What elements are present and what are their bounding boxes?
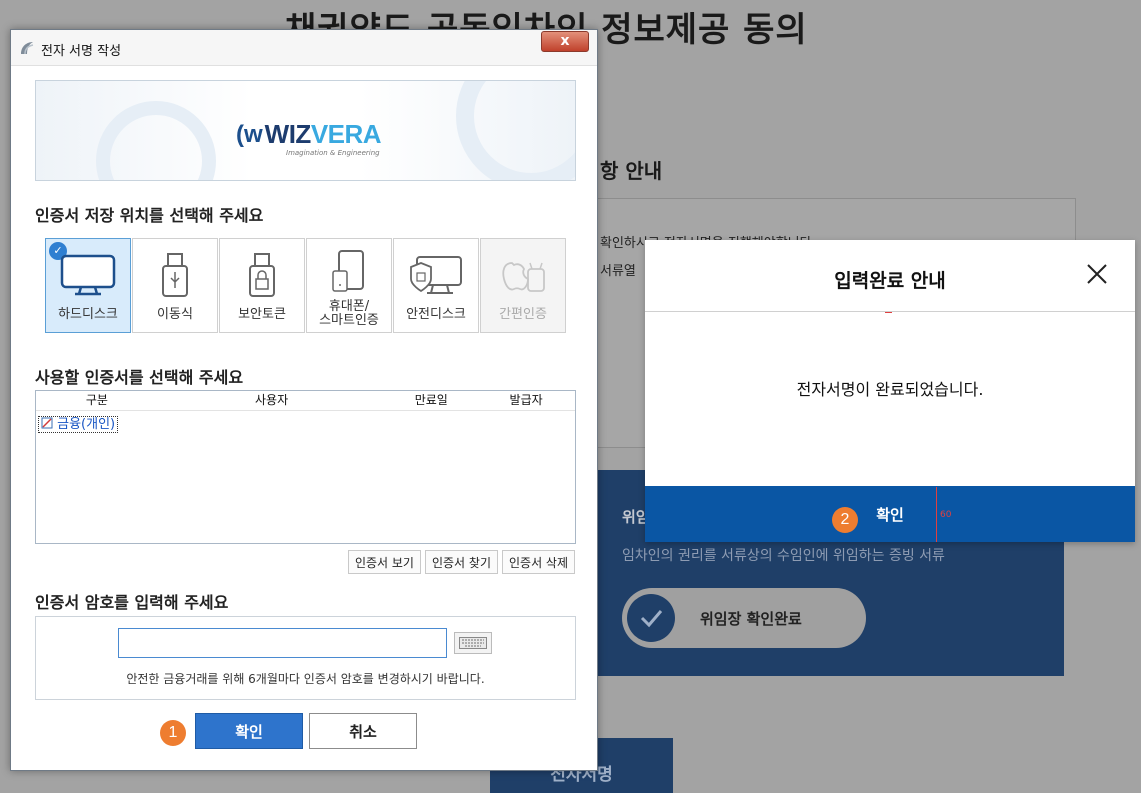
logo-wordmark: WIZVERA — [264, 119, 382, 150]
delegation-description: 임차인의 권리를 서류상의 수임인에 위임하는 증빙 서류 — [622, 548, 945, 564]
monitor-icon — [46, 249, 130, 301]
logo-text-1: WIZ — [264, 119, 312, 149]
password-note: 안전한 금융거래를 위해 6개월마다 인증서 암호를 변경하시기 바랍니다. — [126, 672, 485, 686]
cert-user-cell — [156, 413, 386, 433]
cert-actions: 인증서 보기 인증서 찾기 인증서 삭제 — [347, 550, 575, 574]
storage-option-security-token[interactable]: 보안토큰 — [219, 238, 305, 333]
table-row[interactable]: 금융(개인) — [36, 413, 575, 433]
notice-line-2: 서류열 — [600, 264, 636, 279]
storage-section-title: 인증서 저장 위치를 선택해 주세요 — [35, 206, 264, 225]
guide-value: 60 — [940, 510, 952, 520]
easy-auth-icon — [481, 249, 565, 301]
logo-mark-icon: (ᴡ — [236, 120, 263, 148]
logo-tagline: Imagination & Engineering — [286, 149, 380, 157]
modal-body: 전자서명이 완료되었습니다. — [645, 312, 1135, 486]
storage-option-safe-disk[interactable]: 안전디스크 — [393, 238, 479, 333]
storage-option-label: 이동식 — [157, 307, 193, 322]
cert-expiry-cell — [385, 413, 475, 433]
certificate-icon — [41, 417, 53, 429]
close-icon[interactable] — [1083, 260, 1111, 288]
password-input[interactable] — [118, 628, 447, 658]
delete-cert-button[interactable]: 인증서 삭제 — [501, 550, 575, 574]
modal-title: 입력완료 안내 — [834, 270, 946, 292]
dialog-close-button[interactable]: x — [541, 31, 589, 52]
column-header[interactable]: 발급자 — [475, 391, 575, 410]
banner-decoration — [456, 81, 575, 180]
step-marker-1: 1 — [160, 720, 186, 746]
vendor-banner: (ᴡ WIZVERA Imagination & Engineering — [35, 80, 576, 181]
cert-type-cell: 금융(개인) — [36, 413, 156, 433]
usb-icon — [133, 249, 217, 301]
check-icon — [627, 594, 675, 642]
section-title: 항 안내 — [600, 159, 663, 183]
cert-type-box: 금융(개인) — [38, 416, 119, 433]
cert-issuer-cell — [475, 413, 575, 433]
logo-text-2: VERA — [310, 119, 382, 149]
column-header[interactable]: 구분 — [36, 391, 156, 410]
storage-option-mobile[interactable]: 휴대폰/스마트인증 — [306, 238, 392, 333]
banner-decoration — [96, 101, 216, 180]
cancel-button[interactable]: 취소 — [309, 713, 417, 749]
storage-option-removable[interactable]: 이동식 — [132, 238, 218, 333]
storage-option-label: 간편인증 — [499, 307, 547, 322]
lock-token-icon — [220, 249, 304, 301]
guide-line — [936, 487, 937, 542]
storage-option-label: 보안토큰 — [238, 307, 286, 322]
modal-confirm-button[interactable]: 확인 — [876, 504, 904, 525]
column-header[interactable]: 만료일 — [385, 391, 475, 410]
password-section-title: 인증서 암호를 입력해 주세요 — [35, 593, 229, 612]
safe-disk-icon — [394, 249, 478, 301]
cert-type-label: 금융(개인) — [57, 417, 116, 432]
dialog-title: 전자 서명 작성 — [41, 44, 122, 59]
storage-option-harddisk[interactable]: ✓ 하드디스크 — [45, 238, 131, 333]
modal-header: 입력완료 안내 — [645, 240, 1135, 312]
smartphone-icon — [307, 245, 391, 297]
password-panel: 안전한 금융거래를 위해 6개월마다 인증서 암호를 변경하시기 바랍니다. — [35, 616, 576, 700]
completion-modal: 입력완료 안내 전자서명이 완료되었습니다. 확인 — [645, 240, 1135, 542]
cert-section-title: 사용할 인증서를 선택해 주세요 — [35, 368, 244, 387]
confirm-button[interactable]: 확인 — [195, 713, 303, 749]
step-marker-2: 2 — [832, 507, 858, 533]
cert-table-header: 구분 사용자 만료일 발급자 — [36, 391, 575, 411]
view-cert-button[interactable]: 인증서 보기 — [347, 550, 421, 574]
delegation-status-label: 위임장 확인완료 — [700, 610, 802, 628]
storage-option-label: 하드디스크 — [58, 307, 118, 322]
delegation-status-pill[interactable]: 위임장 확인완료 — [622, 588, 866, 648]
wizvera-logo: (ᴡ WIZVERA — [236, 119, 382, 150]
column-header[interactable]: 사용자 — [156, 391, 386, 410]
app-icon — [19, 40, 35, 56]
storage-option-label: 안전디스크 — [406, 307, 466, 322]
dialog-titlebar[interactable]: 전자 서명 작성 x — [11, 30, 597, 66]
storage-options: ✓ 하드디스크 이동식 보안토큰 휴대폰/스마트인증 안전디스크 간편인증 — [45, 238, 566, 333]
find-cert-button[interactable]: 인증서 찾기 — [424, 550, 498, 574]
cert-table: 구분 사용자 만료일 발급자 금융(개인) — [35, 390, 576, 544]
storage-option-label: 휴대폰/스마트인증 — [319, 299, 379, 328]
storage-option-easy-auth[interactable]: 간편인증 — [480, 238, 566, 333]
modal-message: 전자서명이 완료되었습니다. — [796, 380, 984, 399]
guide-tick — [885, 312, 892, 313]
signing-dialog: 전자 서명 작성 x (ᴡ WIZVERA Imagination & Engi… — [10, 29, 598, 771]
keyboard-icon[interactable] — [454, 632, 492, 654]
modal-footer[interactable]: 확인 — [645, 486, 1135, 542]
